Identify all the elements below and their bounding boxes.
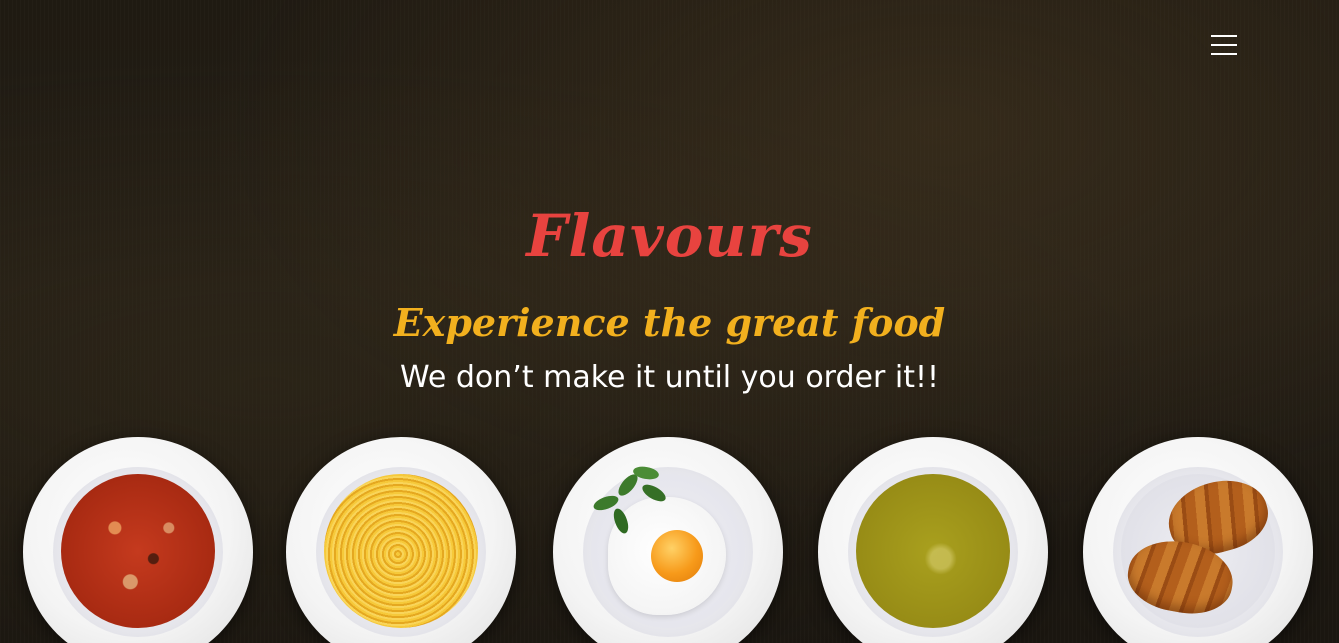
hero-tagline: Experience the great food: [393, 300, 946, 345]
dish-gallery: [0, 437, 1339, 643]
menu-line-bottom: [1211, 53, 1237, 55]
menu-line-top: [1211, 35, 1237, 37]
dish-plate-spaghetti[interactable]: [286, 437, 516, 643]
hero-subtitle: We don’t make it until you order it!!: [399, 360, 940, 395]
dish-plate-green-soup[interactable]: [818, 437, 1048, 643]
dish-plate-croissants[interactable]: [1083, 437, 1313, 643]
green-soup-image: [856, 474, 1010, 628]
hero-section: Flavours Experience the great food We do…: [0, 196, 1339, 398]
brand-title: Flavours: [526, 202, 813, 270]
tomato-soup-image: [61, 474, 215, 628]
egg-yolk-image: [651, 530, 703, 582]
spaghetti-image: [324, 474, 478, 628]
hamburger-menu-icon[interactable]: [1211, 35, 1237, 59]
dish-plate-tomato-soup[interactable]: [23, 437, 253, 643]
dish-plate-fried-egg[interactable]: [553, 437, 783, 643]
menu-line-middle: [1211, 44, 1237, 46]
